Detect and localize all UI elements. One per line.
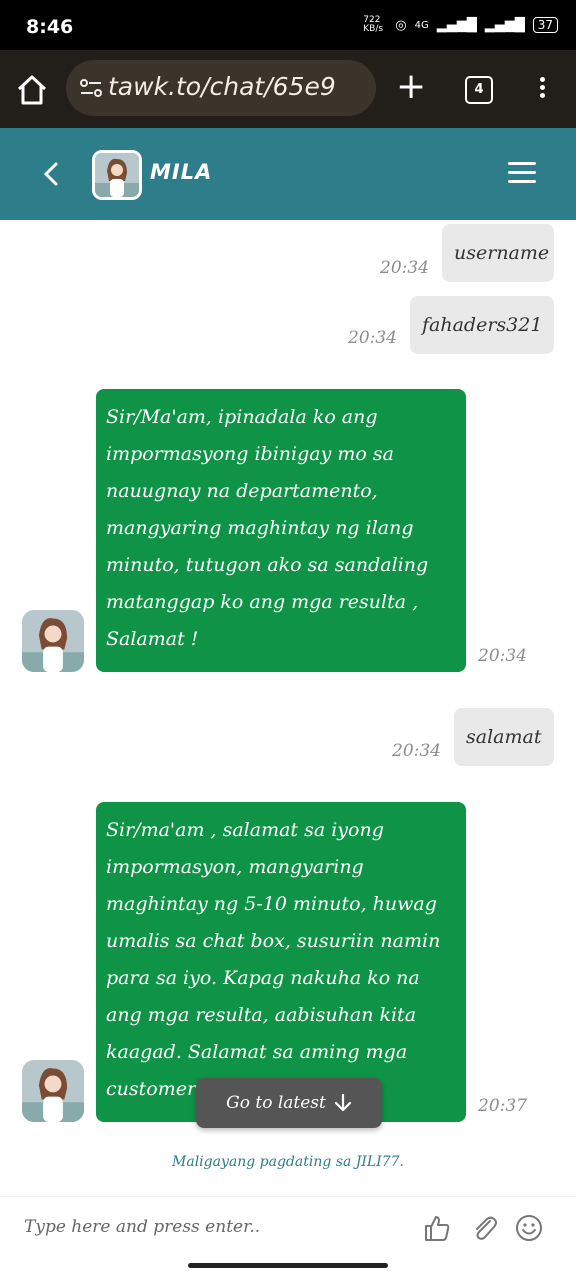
status-time: 8:46	[26, 16, 74, 38]
url-text: tawk.to/chat/65e9	[108, 72, 336, 101]
hotspot-icon: ◎	[395, 17, 407, 33]
browser-toolbar: tawk.to/chat/65e9 + 4	[0, 50, 576, 128]
avatar-photo	[95, 153, 139, 197]
message-time: 20:34	[392, 741, 441, 761]
signal-icon: ▂▄▆█	[436, 17, 477, 33]
agent-avatar	[22, 610, 84, 672]
agent-name: MILA	[150, 160, 213, 184]
home-icon[interactable]	[14, 72, 50, 108]
message-time: 20:34	[380, 258, 429, 278]
message-time: 20:34	[478, 646, 527, 666]
avatar-photo	[22, 1060, 84, 1122]
network-speed: 722 KB/s	[363, 15, 384, 34]
avatar-photo	[22, 610, 84, 672]
go-to-latest-button[interactable]: Go to latest	[196, 1078, 382, 1128]
visitor-message: username	[442, 224, 554, 282]
agent-avatar	[92, 150, 142, 200]
agent-message: Sir/ma'am , salamat sa iyong impormasyon…	[96, 802, 466, 1122]
address-bar[interactable]: tawk.to/chat/65e9	[66, 60, 376, 116]
welcome-text: Maligayang pagdating sa JILI77.	[172, 1154, 404, 1170]
message-time: 20:34	[348, 328, 397, 348]
agent-message: Sir/Ma'am, ipinadala ko ang impormasyong…	[96, 389, 466, 672]
battery-icon: 37	[532, 17, 558, 33]
tab-switcher-button[interactable]: 4	[465, 76, 493, 104]
site-settings-icon[interactable]	[80, 78, 102, 98]
network-type: 4G	[414, 19, 429, 31]
agent-avatar	[22, 1060, 84, 1122]
back-arrow-icon[interactable]	[36, 156, 66, 192]
go-to-latest-label: Go to latest	[226, 1093, 326, 1113]
browser-menu-button[interactable]	[532, 74, 552, 106]
signal-icon-2: ▂▄▆█	[484, 17, 525, 33]
message-composer	[0, 1196, 576, 1257]
visitor-message: salamat	[454, 708, 554, 766]
new-tab-button[interactable]: +	[396, 69, 426, 106]
chat-menu-icon[interactable]	[508, 162, 536, 184]
emoji-icon[interactable]	[514, 1213, 544, 1243]
gesture-bar	[188, 1263, 388, 1268]
chat-header: MILA	[0, 128, 576, 220]
thumbs-up-icon[interactable]	[422, 1213, 452, 1243]
visitor-message: fahaders321	[410, 296, 554, 354]
message-time: 20:37	[478, 1096, 527, 1116]
arrow-down-icon	[334, 1093, 351, 1112]
status-bar: 8:46 722 KB/s ◎ 4G ▂▄▆█ ▂▄▆█ 37	[0, 0, 576, 50]
paperclip-icon[interactable]	[470, 1213, 500, 1243]
message-input[interactable]	[24, 1213, 404, 1241]
status-icons: 722 KB/s ◎ 4G ▂▄▆█ ▂▄▆█ 37	[363, 16, 558, 34]
